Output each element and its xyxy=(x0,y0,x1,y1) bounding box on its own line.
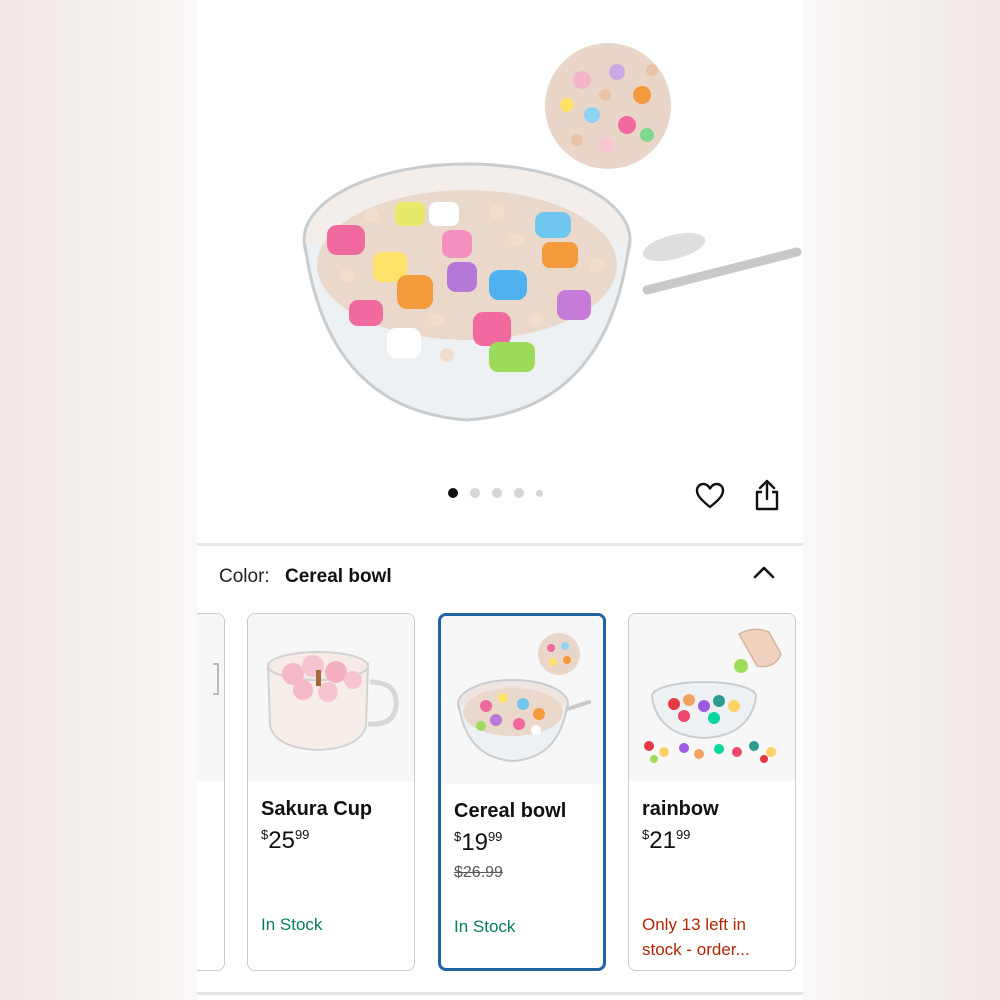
list-price: $26.99 xyxy=(454,864,503,881)
carousel-dot-2[interactable] xyxy=(470,488,480,498)
carousel-dot-1[interactable] xyxy=(448,488,458,498)
carousel-dot-5[interactable] xyxy=(536,489,543,497)
price-whole: 21 xyxy=(649,827,676,854)
option-price: $1999 xyxy=(454,829,502,857)
variation-card-rainbow[interactable]: rainbow $2199 Only 13 left in stock - or… xyxy=(628,613,796,971)
price-whole: 25 xyxy=(268,827,295,854)
stock-status: In Stock xyxy=(261,915,323,934)
option-name: rainbow xyxy=(642,798,719,820)
product-image-carousel[interactable] xyxy=(197,0,803,545)
variation-card-sakura-cup[interactable]: Sakura Cup $2599 In Stock xyxy=(247,613,415,971)
carousel-dot-4[interactable] xyxy=(514,488,524,498)
variation-header: Color: Cereal bowl xyxy=(219,566,392,588)
price-whole: 19 xyxy=(461,829,488,856)
carousel-dots xyxy=(448,488,543,498)
price-cents: 99 xyxy=(675,827,691,842)
variation-card-cereal-bowl[interactable]: Cereal bowl $1999 $26.99 In Stock xyxy=(438,613,606,971)
bottom-divider xyxy=(197,992,803,995)
section-divider xyxy=(197,543,803,546)
collapse-variations-button[interactable] xyxy=(751,560,777,584)
variation-card-partial[interactable]: .. xyxy=(197,613,225,971)
background-left xyxy=(0,0,197,1000)
variation-card-partial-image xyxy=(197,614,224,782)
option-price: $2599 xyxy=(261,827,309,855)
variation-label: Color: xyxy=(219,566,270,587)
price-cents: 99 xyxy=(487,829,503,844)
option-price: $2199 xyxy=(642,827,690,855)
cereal-bowl-image xyxy=(302,43,802,422)
stock-status: In Stock xyxy=(454,917,516,936)
cereal-bowl-thumb-image xyxy=(441,616,603,784)
stock-status: Only 13 left in stock - order... xyxy=(642,915,750,959)
variation-selected-value: Cereal bowl xyxy=(284,566,392,587)
price-cents: 99 xyxy=(294,827,310,842)
share-button[interactable] xyxy=(753,478,781,512)
chevron-up-icon xyxy=(753,566,775,579)
sakura-cup-image xyxy=(248,614,414,782)
heart-icon xyxy=(695,482,725,509)
background-right xyxy=(803,0,1000,1000)
product-page: Color: Cereal bowl .. xyxy=(197,0,803,1000)
favorite-button[interactable] xyxy=(694,480,726,512)
rainbow-image xyxy=(629,614,795,782)
option-name: Cereal bowl xyxy=(454,800,567,822)
share-icon xyxy=(755,479,779,511)
carousel-dot-3[interactable] xyxy=(492,488,502,498)
option-name: Sakura Cup xyxy=(261,798,373,820)
spoon-head xyxy=(642,233,706,261)
